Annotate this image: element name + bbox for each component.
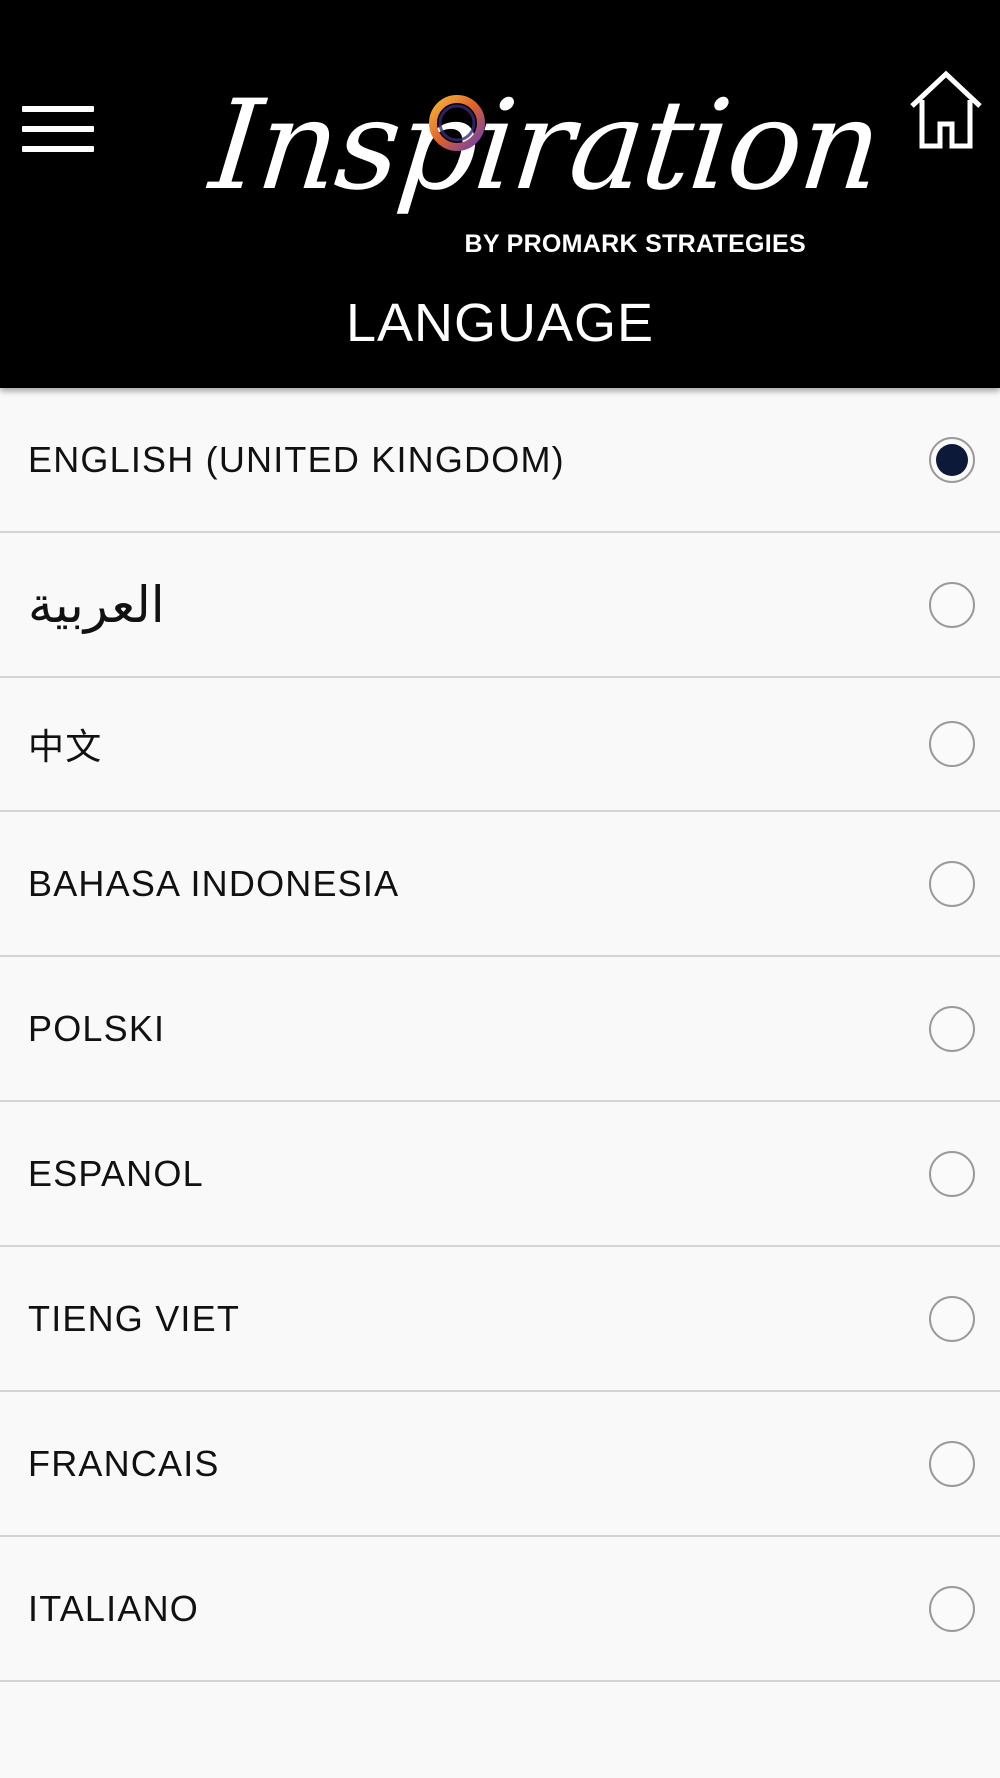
language-label: BAHASA INDONESIA — [28, 862, 400, 904]
language-label: العربية — [28, 575, 165, 634]
radio-button[interactable] — [929, 581, 975, 628]
language-label: FRANCAIS — [28, 1442, 220, 1484]
language-label: ESPANOL — [28, 1152, 204, 1194]
radio-button[interactable] — [929, 1005, 975, 1052]
hamburger-menu-icon[interactable] — [18, 100, 98, 160]
radio-button[interactable] — [929, 1585, 975, 1632]
radio-button[interactable] — [929, 1440, 975, 1487]
language-label: 中文 — [28, 726, 103, 767]
logo-tagline: BY PROMARK STRATEGIES — [464, 230, 806, 258]
radio-button[interactable] — [929, 1150, 975, 1197]
page-title: LANGUAGE — [345, 293, 655, 353]
radio-button[interactable] — [929, 860, 975, 907]
app-header: Inspiration BY PROMARK STRATEGIES LANGUA… — [0, 0, 1000, 388]
language-option-italiano[interactable]: ITALIANO — [0, 1537, 1000, 1682]
language-label: TIENG VIET — [28, 1297, 241, 1339]
language-option-english[interactable]: ENGLISH (UNITED KINGDOM) — [0, 388, 1000, 533]
home-icon[interactable] — [906, 70, 986, 152]
language-list: ENGLISH (UNITED KINGDOM) العربية 中文 BAHA… — [0, 388, 1000, 1682]
language-option-arabic[interactable]: العربية — [0, 533, 1000, 678]
language-label: POLSKI — [28, 1007, 166, 1049]
language-option-polski[interactable]: POLSKI — [0, 957, 1000, 1102]
language-option-francais[interactable]: FRANCAIS — [0, 1392, 1000, 1537]
language-option-bahasa-indonesia[interactable]: BAHASA INDONESIA — [0, 812, 1000, 957]
inspiration-logo: Inspiration BY PROMARK STRATEGIES — [204, 74, 886, 294]
language-option-tieng-viet[interactable]: TIENG VIET — [0, 1247, 1000, 1392]
language-option-chinese[interactable]: 中文 — [0, 678, 1000, 812]
language-option-espanol[interactable]: ESPANOL — [0, 1102, 1000, 1247]
language-label: ENGLISH (UNITED KINGDOM) — [28, 438, 565, 480]
radio-button[interactable] — [929, 1295, 975, 1342]
logo-script-text: Inspiration — [204, 74, 887, 218]
logo-ring-icon — [429, 95, 485, 151]
radio-button[interactable] — [929, 721, 975, 767]
radio-button-selected[interactable] — [929, 436, 975, 483]
language-label: ITALIANO — [28, 1587, 199, 1629]
